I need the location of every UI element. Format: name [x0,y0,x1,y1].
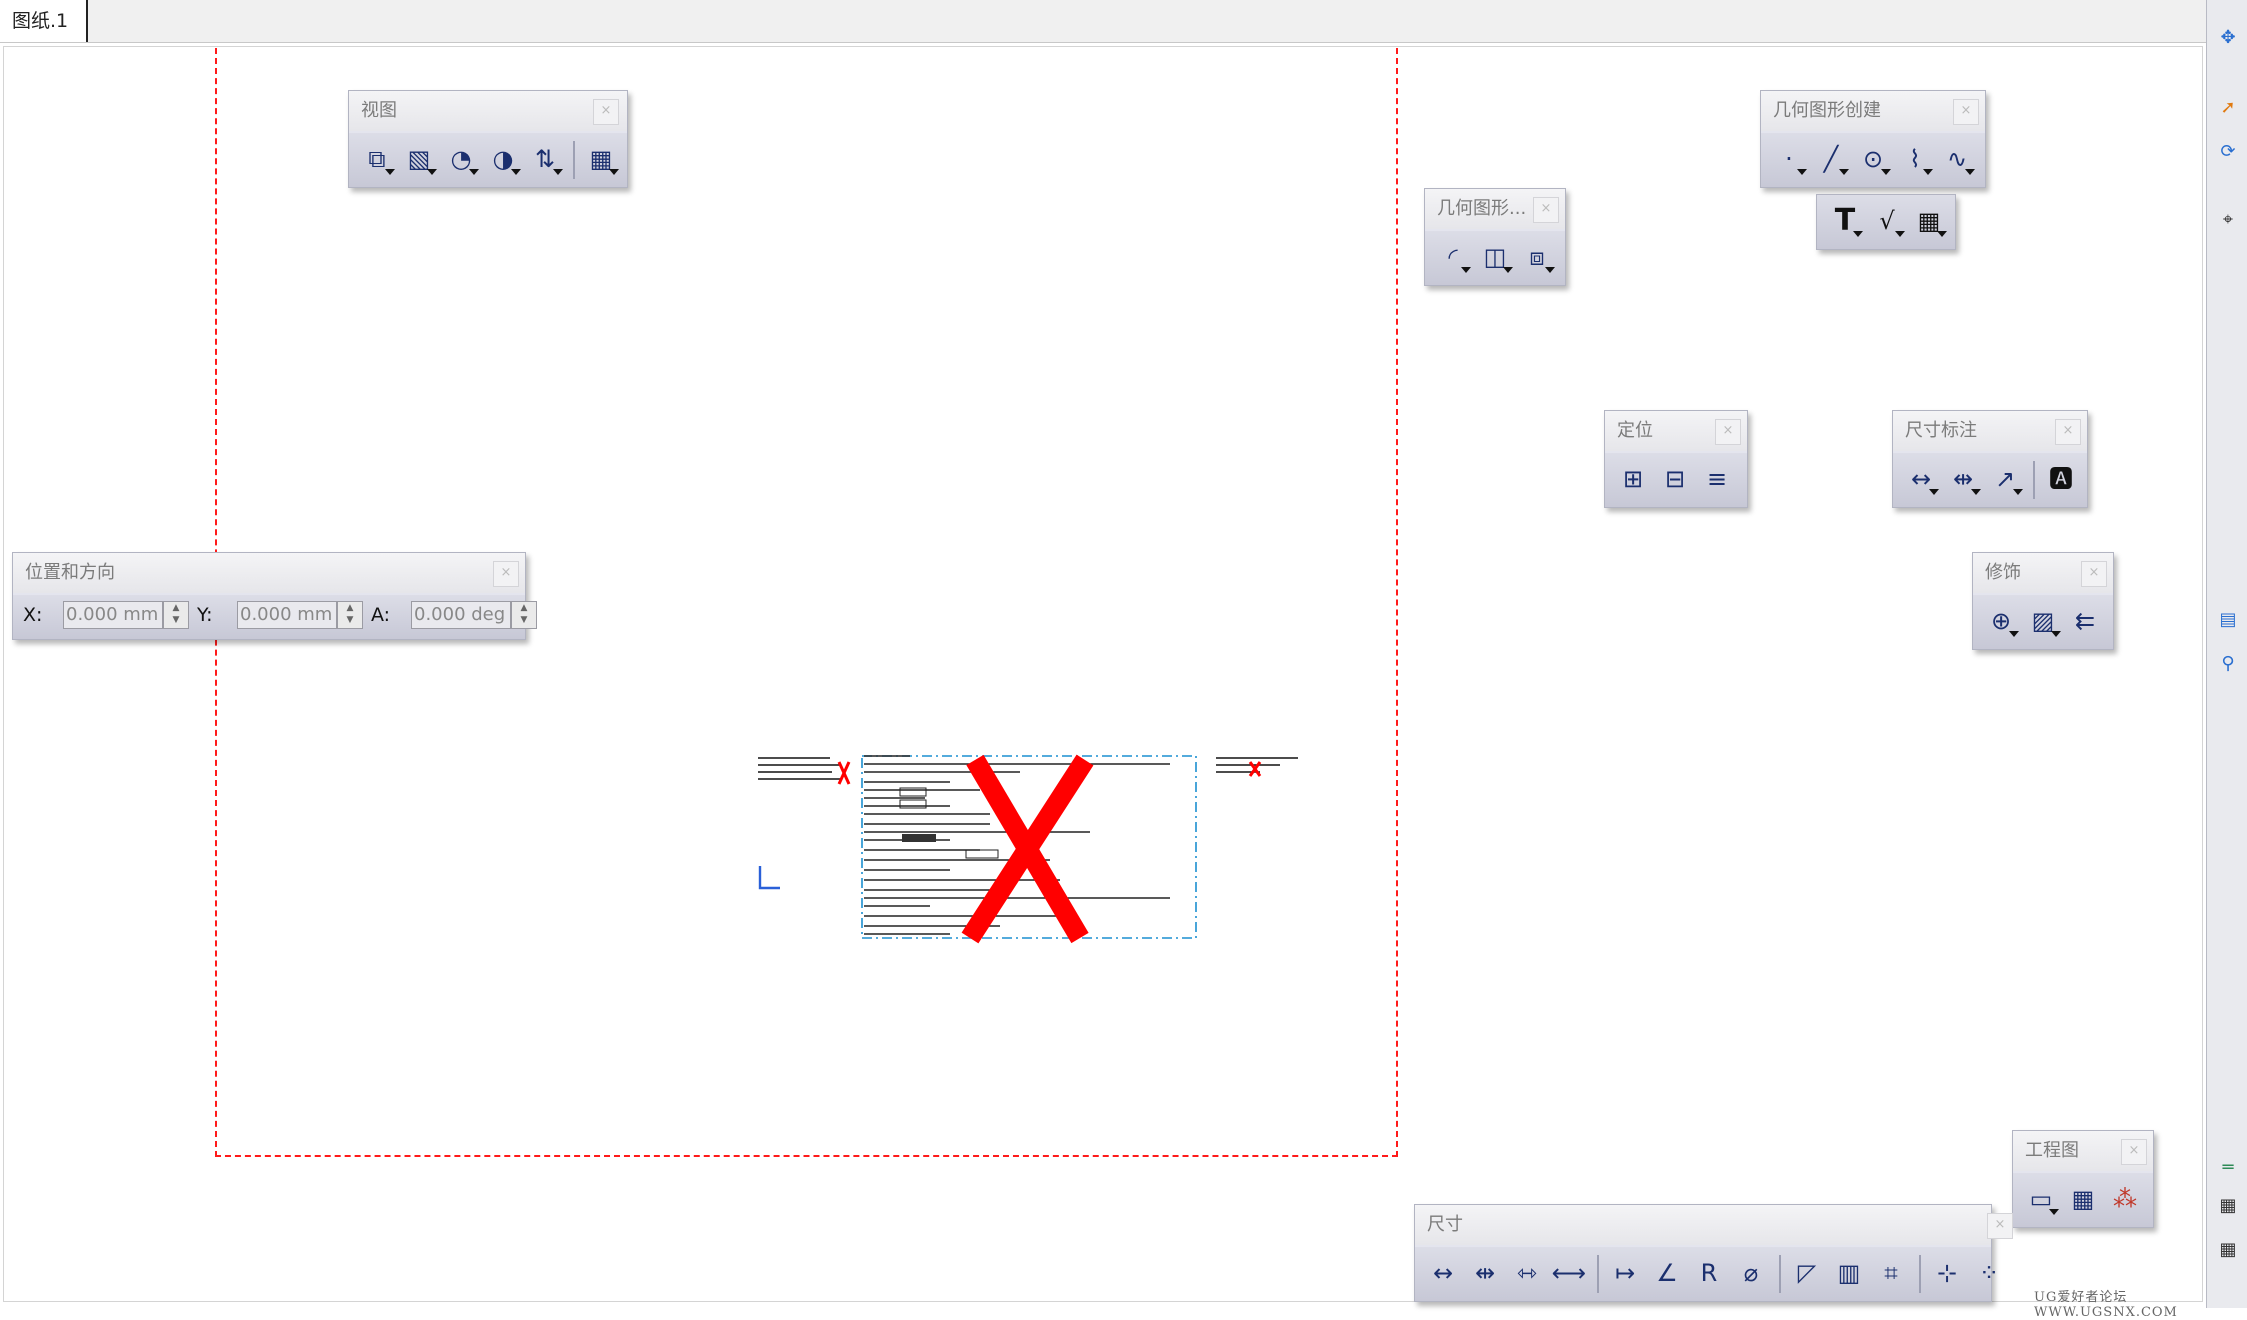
transform-icon[interactable]: ⧈ [1517,239,1557,275]
point-table-icon[interactable]: ⁘ [1969,1255,2009,1291]
right-toolbar-strip: ✥ ➚ ⟳ ⌖ ▤ ⚲ ═ ▦ ▦ [2206,0,2247,1308]
grid-icon[interactable]: ▦ [2216,1194,2240,1218]
dimensioning-toolbar-close-button[interactable]: × [2055,419,2081,445]
center-line-icon[interactable]: ⊕ [1981,603,2021,639]
view-toolbar-title: 视图 [349,91,627,131]
view-toolbar: 视图 × ⧉ ▧ ◔ ◑ ⇅ ▦ [348,90,628,188]
x-spinner[interactable]: ▲ ▼ [163,601,189,629]
cumulated-dimension-icon[interactable]: ⇹ [1465,1255,1505,1291]
area-fill-icon[interactable]: ▨ [2023,603,2063,639]
table-icon[interactable]: ▦ [2216,1238,2240,1262]
drawing-views-area[interactable] [750,748,1310,948]
analysis-icon[interactable]: ⚲ [2216,652,2240,676]
y-label: Y: [197,604,213,626]
drawing-toolbar-close-button[interactable]: × [2121,1139,2147,1165]
compass-icon[interactable]: ✥ [2216,26,2240,50]
missing-link-small-icon [837,761,1262,785]
circle-icon[interactable]: ⊙ [1853,141,1893,177]
document-tab-bar: 图纸.1 [0,0,2247,43]
stack-icon[interactable]: ≡ [1697,461,1737,497]
dimension-line-icon[interactable]: ═ [2216,1156,2240,1180]
leader-icon[interactable]: ↗ [1985,461,2025,497]
hole-table-icon[interactable]: ⊹ [1927,1255,1967,1291]
instantiate-icon[interactable]: ⁂ [2105,1181,2145,1217]
section-view-icon[interactable]: ▧ [399,141,439,177]
new-detail-icon[interactable]: ▦ [2063,1181,2103,1217]
stacked-dimension-icon[interactable]: ⇿ [1507,1255,1547,1291]
new-sheet-icon[interactable]: ▭ [2021,1181,2061,1217]
toolbar-separator [1919,1255,1921,1293]
watermark: UG爱好者论坛 WWW.UGSNX.COM [2034,1290,2178,1320]
rotate-view-icon[interactable]: ⟳ [2216,140,2240,164]
profile-icon[interactable]: ⌇ [1895,141,1935,177]
corner-icon[interactable]: ◜ [1433,239,1473,275]
radius-dimension-icon[interactable]: R [1689,1255,1729,1291]
dimensioning-toolbar: 尺寸标注 × ↔ ⇹ ↗ 🅰 [1892,410,2088,508]
position-orientation-toolbar-title: 位置和方向 [13,553,525,593]
coordinate-dimension-icon[interactable]: ⌗ [1871,1255,1911,1291]
distance-dimension-icon[interactable]: ↦ [1605,1255,1645,1291]
geometry-toolbar: 几何图形... × ◜ ◫ ⧈ [1424,188,1566,286]
annotation-toolbar: T √ ▦ [1816,194,1956,250]
detail-view-icon[interactable]: ◔ [441,141,481,177]
view-wizard-icon[interactable]: ▦ [581,141,621,177]
dress-up-toolbar-close-button[interactable]: × [2081,561,2107,587]
toolbar-separator [2033,461,2035,499]
chamfer-dimension-icon[interactable]: ◸ [1787,1255,1827,1291]
dimensions-toolbar-close-button-visible[interactable]: × [1987,1213,2013,1239]
geometry-creation-toolbar: 几何图形创建 × · ╱ ⊙ ⌇ ∿ [1760,90,1986,188]
text-box-icon[interactable]: 🅰 [2041,461,2081,497]
positioning-toolbar: 定位 × ⊞ ⊟ ≡ [1604,410,1748,508]
clipping-view-icon[interactable]: ◑ [483,141,523,177]
y-position-input[interactable]: 0.000 mm [237,601,337,629]
dress-up-toolbar: 修饰 × ⊕ ▨ ⇇ [1972,552,2114,650]
angle-dimension-icon[interactable]: ∠ [1647,1255,1687,1291]
text-icon[interactable]: T [1825,203,1865,239]
point-icon[interactable]: · [1769,141,1809,177]
table-icon[interactable]: ▦ [1909,203,1949,239]
select-arrow-icon[interactable]: ➚ [2216,96,2240,120]
broken-view-icon[interactable]: ⇅ [525,141,565,177]
angle-spinner[interactable]: ▲ ▼ [511,601,537,629]
crosshair-icon[interactable]: ⌖ [2216,208,2240,232]
position-orientation-toolbar: 位置和方向 × X: 0.000 mm ▲ ▼ Y: 0.000 mm ▲ ▼ A:… [12,552,537,640]
view-toolbar-close-button[interactable]: × [593,99,619,125]
dimensions-toolbar-title: 尺寸 [1415,1205,1991,1245]
line-icon[interactable]: ╱ [1811,141,1851,177]
axis-marker-icon [758,866,780,890]
sheet-icon[interactable]: ▤ [2216,608,2240,632]
missing-link-large-icon [961,754,1094,944]
geometry-creation-toolbar-close-button[interactable]: × [1953,99,1979,125]
distribute-icon[interactable]: ⊟ [1655,461,1695,497]
dimension-setup-icon[interactable]: ⇹ [1943,461,1983,497]
length-dimension-icon[interactable]: ⟷ [1549,1255,1589,1291]
positioning-toolbar-close-button[interactable]: × [1715,419,1741,445]
tab-sheet-1[interactable]: 图纸.1 [0,0,89,42]
projection-view-icon[interactable]: ⧉ [357,141,397,177]
spline-icon[interactable]: ∿ [1937,141,1977,177]
align-icon[interactable]: ⊞ [1613,461,1653,497]
roughness-symbol-icon[interactable]: √ [1867,203,1907,239]
symmetry-icon[interactable]: ◫ [1475,239,1515,275]
toolbar-separator [1779,1255,1781,1293]
x-label: X: [23,604,43,626]
arrow-icon[interactable]: ⇇ [2065,603,2105,639]
dimension-icon[interactable]: ↔ [1901,461,1941,497]
angle-input[interactable]: 0.000 deg [411,601,511,629]
position-orientation-close-button[interactable]: × [493,561,519,587]
dimensions-toolbar: 尺寸 × × ↔ ⇹ ⇿ ⟷ ↦ ∠ R ⌀ ◸ ▥ ⌗ ⊹ ⁘ [1414,1204,2013,1302]
angle-label: A: [371,604,391,626]
drawing-toolbar: 工程图 × ▭ ▦ ⁂ [2012,1130,2154,1228]
x-position-input[interactable]: 0.000 mm [63,601,163,629]
y-spinner[interactable]: ▲ ▼ [337,601,363,629]
diameter-dimension-icon[interactable]: ⌀ [1731,1255,1771,1291]
toolbar-separator [1597,1255,1599,1293]
toolbar-separator [573,141,575,179]
chained-dimension-icon[interactable]: ↔ [1423,1255,1463,1291]
geometry-creation-toolbar-title: 几何图形创建 [1761,91,1985,131]
geometry-toolbar-close-button[interactable]: × [1533,197,1559,223]
thread-dimension-icon[interactable]: ▥ [1829,1255,1869,1291]
